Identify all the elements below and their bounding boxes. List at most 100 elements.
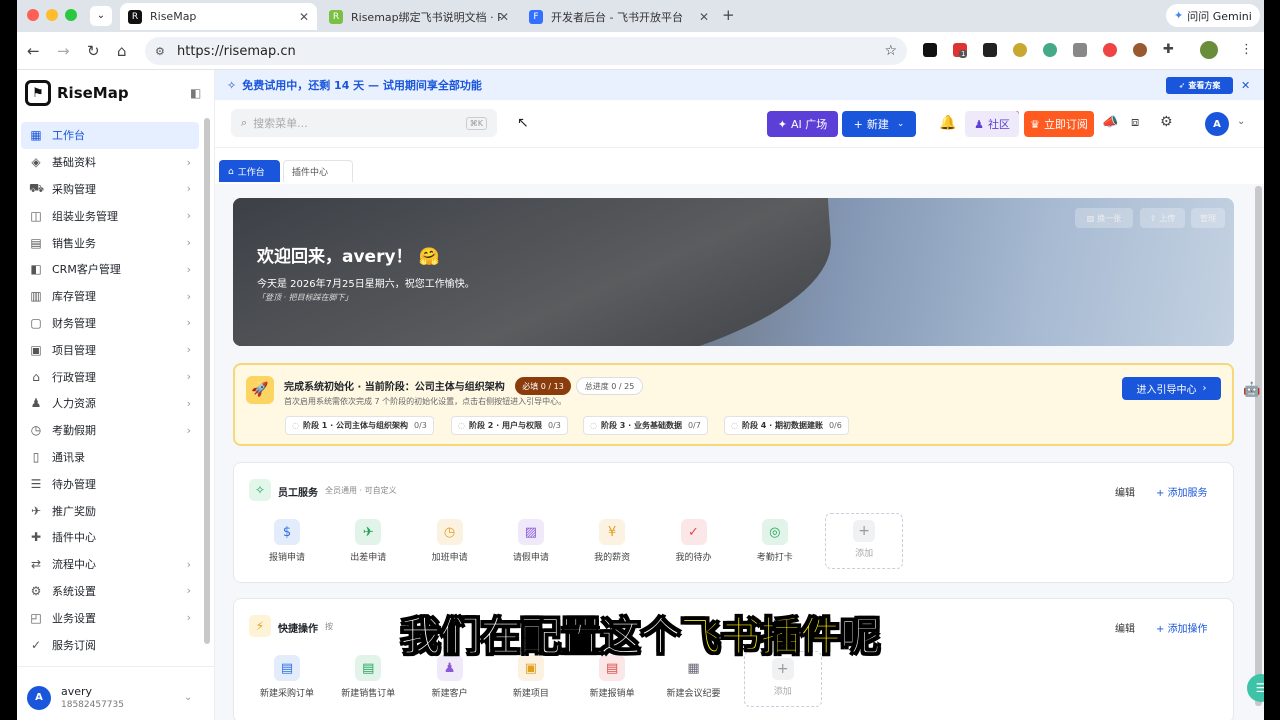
sidebar-item[interactable]: ⇄ 流程中心 › <box>21 551 199 578</box>
sidebar-item[interactable]: ⛟ 采购管理 › <box>21 176 199 203</box>
reload-icon[interactable]: ↻ <box>87 42 100 60</box>
assistant-robot-icon[interactable]: 🤖 <box>1243 382 1263 404</box>
close-tab-icon[interactable]: ✕ <box>299 10 309 24</box>
extension-icon[interactable] <box>923 43 937 57</box>
user-profile[interactable]: A avery 18582457735 ⌄ <box>27 685 192 710</box>
search-input[interactable]: ⌕ 搜索菜单... ⌘K <box>231 109 497 137</box>
sidebar-item[interactable]: ▣ 项目管理 › <box>21 336 199 363</box>
chat-bubble-icon[interactable]: ☰ <box>1247 674 1264 702</box>
tab-plugin-center[interactable]: 插件中心 <box>283 160 353 182</box>
minimize-window-button[interactable] <box>46 9 58 21</box>
sidebar-item[interactable]: ▥ 库存管理 › <box>21 283 199 310</box>
browser-window: ⌄ R RiseMap ✕ R Risemap绑定飞书说明文档 · R ✕ F … <box>17 0 1264 720</box>
gemini-button[interactable]: ✦ 问问 Gemini <box>1166 4 1260 27</box>
menu-icon: ▣ <box>30 342 42 357</box>
profile-avatar[interactable] <box>1200 41 1218 59</box>
new-tab-icon[interactable]: + <box>722 6 735 24</box>
sidebar-item[interactable]: ☰ 待办管理 <box>21 470 199 497</box>
back-icon[interactable]: ← <box>27 42 40 60</box>
stage-chip[interactable]: ◌ 阶段 4 · 期初数据建账 0/6 <box>724 416 849 435</box>
tab-risemap[interactable]: R RiseMap ✕ <box>120 3 317 30</box>
extension-icon[interactable] <box>1103 43 1117 57</box>
home-icon[interactable]: ⌂ <box>117 42 127 60</box>
sidebar-item-label: 考勤假期 <box>52 424 96 438</box>
community-button[interactable]: ♟ 社区 <box>965 111 1019 137</box>
extension-icon[interactable]: 1 <box>953 43 968 58</box>
tab-feishu[interactable]: F 开发者后台 - 飞书开放平台 ✕ <box>521 3 717 30</box>
stage-chip[interactable]: ◌ 阶段 1 · 公司主体与组织架构 0/3 <box>285 416 434 435</box>
scan-icon[interactable]: ⧈ <box>1131 115 1139 130</box>
extension-icon[interactable] <box>1133 43 1147 57</box>
megaphone-icon[interactable]: 📣 <box>1102 115 1118 130</box>
extension-icon[interactable] <box>1013 43 1027 57</box>
tab-search-icon[interactable]: ⌄ <box>90 6 112 26</box>
site-info-icon[interactable]: ⚙ <box>155 45 165 58</box>
sidebar-item[interactable]: ▦ 工作台 <box>21 122 199 149</box>
bookmark-star-icon[interactable]: ☆ <box>884 43 897 59</box>
init-title: 完成系统初始化 · 当前阶段：公司主体与组织架构 <box>284 382 505 393</box>
forward-icon[interactable]: → <box>57 42 70 60</box>
collapse-sidebar-icon[interactable]: ◧ <box>190 86 201 100</box>
sidebar-item[interactable]: ◫ 组装业务管理 › <box>21 202 199 229</box>
sidebar-item[interactable]: ◧ CRM客户管理 › <box>21 256 199 283</box>
stage-label: 阶段 1 · 公司主体与组织架构 <box>302 421 408 430</box>
edit-button[interactable]: 编辑 <box>1115 484 1135 499</box>
stage-chip[interactable]: ◌ 阶段 2 · 用户与权限 0/3 <box>451 416 568 435</box>
employee-tile[interactable]: ¥ 我的薪资 <box>577 519 647 563</box>
browser-menu-icon[interactable]: ⋮ <box>1240 42 1253 57</box>
doc-favicon-icon: R <box>329 9 343 24</box>
extension-icon[interactable] <box>983 43 997 57</box>
bell-icon[interactable]: 🔔 <box>939 115 956 131</box>
address-bar[interactable]: ⚙ https://risemap.cn ☆ <box>145 37 907 65</box>
change-image-button[interactable]: ▨ 换一张 <box>1075 208 1133 228</box>
sidebar-item[interactable]: ✈ 推广奖励 <box>21 497 199 524</box>
extensions-puzzle-icon[interactable]: ✚ <box>1163 42 1174 57</box>
close-window-button[interactable] <box>27 9 39 21</box>
sidebar-item[interactable]: ▢ 财务管理 › <box>21 310 199 337</box>
add-tile-label: 添加 <box>855 549 874 559</box>
employee-tile[interactable]: $ 报销申请 <box>252 519 322 563</box>
sidebar-item[interactable]: ◷ 考勤假期 › <box>21 417 199 444</box>
upload-button[interactable]: ⇪ 上传 <box>1140 208 1185 228</box>
extension-icon[interactable] <box>1073 43 1087 57</box>
extension-badge: 1 <box>959 50 968 58</box>
subscribe-button[interactable]: ♛ 立即订阅 <box>1024 111 1094 137</box>
chevron-down-icon[interactable]: ⌄ <box>184 692 192 703</box>
sidebar-item[interactable]: ♟ 人力资源 › <box>21 390 199 417</box>
brand-logo[interactable]: ⚑ RiseMap <box>25 80 129 106</box>
new-button[interactable]: + 新建 ⌄ <box>842 111 916 137</box>
sidebar-item[interactable]: ⚙ 系统设置 › <box>21 578 199 605</box>
enter-guide-button[interactable]: 进入引导中心 › <box>1122 377 1221 400</box>
close-tab-icon[interactable]: ✕ <box>499 10 509 24</box>
page-tabs: ⌂ 工作台 插件中心 <box>215 148 1264 184</box>
sidebar-item[interactable]: ✚ 插件中心 <box>21 524 199 551</box>
manage-button[interactable]: 管理 <box>1191 208 1225 228</box>
avatar[interactable]: A <box>1205 112 1229 136</box>
employee-tile[interactable]: ◎ 考勤打卡 <box>740 519 810 563</box>
tab-doc[interactable]: R Risemap绑定飞书说明文档 · R ✕ <box>321 3 517 30</box>
view-plans-button[interactable]: ➶ 查看方案 <box>1166 77 1233 94</box>
section-subtitle: 全员通用 · 可自定义 <box>325 486 397 495</box>
add-tile[interactable]: + 添加 <box>825 513 904 569</box>
extension-icon[interactable] <box>1043 43 1057 57</box>
add-service-button[interactable]: + 添加服务 <box>1156 484 1208 499</box>
chevron-down-icon[interactable]: ⌄ <box>1237 116 1245 127</box>
tab-workbench[interactable]: ⌂ 工作台 <box>219 160 280 182</box>
maximize-window-button[interactable] <box>65 9 77 21</box>
sidebar-item[interactable]: ◈ 基础资料 › <box>21 149 199 176</box>
sidebar-item[interactable]: ▯ 通讯录 <box>21 444 199 471</box>
employee-tile[interactable]: ▨ 请假申请 <box>496 519 566 563</box>
sidebar-item[interactable]: ⌂ 行政管理 › <box>21 363 199 390</box>
top-bar: ⌕ 搜索菜单... ⌘K ↖ ✦ AI 广场 + 新建 ⌄ 🔔 ♟ 社区 ♛ 立即订阅 📣… <box>215 100 1264 148</box>
sidebar-item[interactable]: ▤ 销售业务 › <box>21 229 199 256</box>
sidebar-scrollbar[interactable] <box>204 118 210 644</box>
settings-gear-icon[interactable]: ⚙ <box>1160 114 1173 130</box>
tile-icon: ✈ <box>355 519 382 545</box>
stage-chip[interactable]: ◌ 阶段 3 · 业务基础数据 0/7 <box>583 416 708 435</box>
close-tab-icon[interactable]: ✕ <box>699 10 709 24</box>
employee-tile[interactable]: ✓ 我的待办 <box>659 519 729 563</box>
close-banner-icon[interactable]: ✕ <box>1241 79 1250 92</box>
employee-tile[interactable]: ✈ 出差申请 <box>333 519 403 563</box>
employee-tile[interactable]: ◷ 加班申请 <box>415 519 485 563</box>
ai-square-button[interactable]: ✦ AI 广场 <box>767 111 838 137</box>
